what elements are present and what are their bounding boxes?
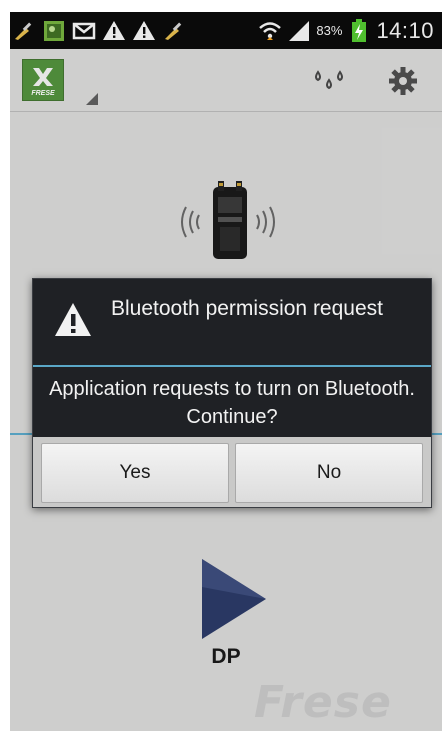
system-icons: 83% 14:10 <box>258 15 434 46</box>
warning-icon <box>132 19 156 43</box>
yes-button[interactable]: Yes <box>41 443 229 503</box>
dialog-separator <box>33 365 431 367</box>
alert-icon <box>55 303 91 336</box>
broom-icon <box>162 19 186 43</box>
no-button[interactable]: No <box>235 443 423 503</box>
dialog-header: Bluetooth permission request <box>33 279 431 365</box>
battery-charging-icon <box>347 18 371 43</box>
notification-icons <box>12 15 186 46</box>
warning-icon <box>102 19 126 43</box>
dialog-message: Application requests to turn on Bluetoot… <box>49 378 415 428</box>
phone-screen: 83% 14:10 FRESE DP Frese Bluetooth permi… <box>10 12 442 731</box>
action-bar: FRESE <box>10 49 442 112</box>
dialog-button-bar: Yes No <box>33 437 431 507</box>
app-logo[interactable]: FRESE <box>22 59 64 101</box>
image-icon <box>42 19 66 43</box>
signal-icon <box>287 19 311 43</box>
bluetooth-permission-dialog: Bluetooth permission request Application… <box>32 278 432 508</box>
dropdown-caret-icon[interactable] <box>86 93 98 105</box>
drops-icon[interactable] <box>312 69 346 93</box>
settings-gear-icon[interactable] <box>388 66 418 96</box>
gmail-icon <box>72 19 96 43</box>
broom-icon <box>12 19 36 43</box>
clock: 14:10 <box>376 17 434 43</box>
frese-logo-icon: FRESE <box>31 68 55 97</box>
svg-text:FRESE: FRESE <box>31 90 55 97</box>
wifi-icon <box>258 19 282 43</box>
battery-percent: 83% <box>316 23 343 38</box>
dialog-title: Bluetooth permission request <box>111 297 383 320</box>
status-bar: 83% 14:10 <box>10 12 442 49</box>
